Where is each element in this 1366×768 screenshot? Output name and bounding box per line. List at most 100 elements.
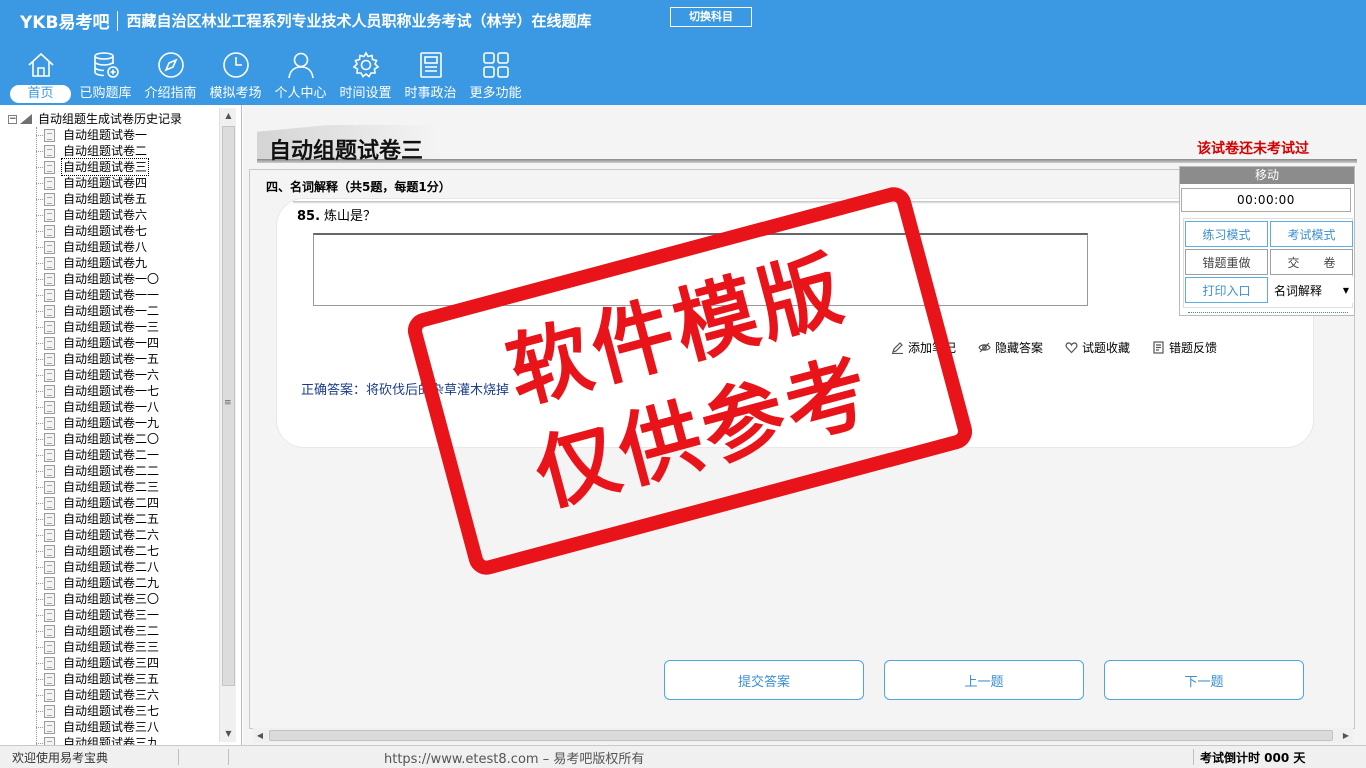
nav-profile[interactable]: 个人中心 (268, 48, 333, 104)
tree-item-label: 自动组题试卷三 (61, 158, 150, 176)
tree-item[interactable]: 自动组题试卷九 (35, 255, 159, 271)
tree-connector (36, 127, 37, 745)
hide-answer-button[interactable]: 隐藏答案 (978, 339, 1043, 356)
tree-item[interactable]: 自动组题试卷一九 (35, 415, 159, 431)
exam-mode-button[interactable]: 考试模式 (1270, 221, 1353, 247)
logo: YKB易考吧 (20, 13, 110, 33)
tree-item[interactable]: 自动组题试卷四 (35, 175, 159, 191)
tree-item[interactable]: 自动组题试卷二五 (35, 511, 159, 527)
paper-history-tree: − 自动组题生成试卷历史记录 自动组题试卷一 自动组题试卷二 自动组题试卷三 自动组题… (0, 105, 242, 745)
tree-item-label: 自动组题试卷一五 (63, 352, 160, 366)
question-actions: 添加笔记 隐藏答案 试题收藏 错题反馈 (891, 339, 1239, 356)
tree-item[interactable]: 自动组题试卷一三 (35, 319, 159, 335)
exam-title: 西藏自治区林业工程系列专业技术人员职称业务考试（林学）在线题库 (126, 12, 592, 30)
exam-countdown: 考试倒计时 000 天 (1200, 751, 1306, 765)
brand: YKB易考吧 西藏自治区林业工程系列专业技术人员职称业务考试（林学）在线题库 (20, 8, 591, 33)
tree-item[interactable]: 自动组题试卷一六 (35, 367, 159, 383)
tree-item[interactable]: 自动组题试卷七 (35, 223, 159, 239)
tree-item[interactable]: 自动组题试卷三 (35, 158, 159, 176)
document-icon (44, 512, 55, 526)
tree-item[interactable]: 自动组题试卷一 (35, 127, 159, 143)
tree-item[interactable]: 自动组题试卷五 (35, 191, 159, 207)
tree-item[interactable]: 自动组题试卷八 (35, 239, 159, 255)
scroll-left-icon[interactable]: ◀ (253, 728, 267, 743)
previous-question-button[interactable]: 上一题 (884, 660, 1084, 700)
nav-guide[interactable]: 介绍指南 (138, 48, 203, 104)
tree-item[interactable]: 自动组题试卷二八 (35, 559, 159, 575)
tree-item[interactable]: 自动组题试卷一五 (35, 351, 160, 367)
favorite-question-button[interactable]: 试题收藏 (1065, 339, 1130, 356)
tree-item-label: 自动组题试卷二七 (63, 544, 160, 558)
next-question-button[interactable]: 下一题 (1104, 660, 1304, 700)
horizontal-scrollbar[interactable]: ◀ ▶ (253, 728, 1353, 743)
nav-current-affairs[interactable]: 时事政治 (398, 48, 463, 104)
document-icon (44, 480, 55, 494)
scroll-up-icon[interactable]: ▲ (220, 108, 237, 124)
tree-item[interactable]: 自动组题试卷三七 (35, 703, 159, 719)
document-icon (44, 352, 55, 366)
tree-item[interactable]: 自动组题试卷二一 (35, 447, 159, 463)
tree-item[interactable]: 自动组题试卷三九 (35, 735, 159, 745)
section-header: 四、名词解释（共5题，每题1分） (266, 180, 451, 194)
nav-purchased[interactable]: 已购题库 (73, 48, 138, 104)
tree-item[interactable]: 自动组题试卷六 (35, 207, 159, 223)
tree-item[interactable]: 自动组题试卷二二 (35, 463, 159, 479)
app-header: YKB易考吧 西藏自治区林业工程系列专业技术人员职称业务考试（林学）在线题库 切… (0, 0, 1366, 105)
add-note-button[interactable]: 添加笔记 (891, 339, 956, 356)
document-icon (44, 464, 55, 478)
redo-wrong-button[interactable]: 错题重做 (1185, 249, 1268, 275)
tree-item[interactable]: 自动组题试卷二六 (35, 527, 159, 543)
hand-in-button[interactable]: 交 卷 (1270, 249, 1353, 275)
copyright-text: https://www.etest8.com – 易考吧版权所有 (384, 752, 645, 767)
tree-item[interactable]: 自动组题试卷三五 (35, 671, 160, 687)
tree-item-label: 自动组题试卷一四 (63, 336, 160, 350)
section-select[interactable]: 名词解释 ▼ (1270, 277, 1353, 303)
tree-item[interactable]: 自动组题试卷二 (35, 143, 159, 159)
gear-icon (352, 51, 379, 78)
tree-item[interactable]: 自动组题试卷一二 (35, 303, 159, 319)
practice-mode-button[interactable]: 练习模式 (1185, 221, 1268, 247)
tree-item[interactable]: 自动组题试卷三〇 (35, 591, 159, 607)
tree-item[interactable]: 自动组题试卷二〇 (35, 431, 159, 447)
document-icon (44, 608, 55, 622)
report-error-button[interactable]: 错题反馈 (1152, 339, 1217, 356)
scroll-down-icon[interactable]: ▼ (220, 726, 237, 742)
document-icon (44, 576, 55, 590)
document-icon (44, 688, 55, 702)
collapse-icon[interactable]: − (8, 114, 17, 124)
tree-item[interactable]: 自动组题试卷二四 (35, 495, 159, 511)
nav-home[interactable]: 首页 (8, 48, 73, 104)
nav-time-settings[interactable]: 时间设置 (333, 48, 398, 104)
tree-item[interactable]: 自动组题试卷二七 (35, 543, 160, 559)
tree-item[interactable]: 自动组题试卷三八 (35, 719, 159, 735)
tree-item[interactable]: 自动组题试卷三六 (35, 687, 159, 703)
tree-root[interactable]: − 自动组题生成试卷历史记录 (8, 111, 182, 127)
move-handle[interactable]: 移动 (1180, 167, 1354, 184)
tree-item-label: 自动组题试卷三五 (63, 672, 160, 686)
tree-item[interactable]: 自动组题试卷一一 (35, 287, 159, 303)
nav-label: 首页 (10, 85, 71, 103)
tree-item[interactable]: 自动组题试卷二三 (35, 479, 159, 495)
pencil-icon (892, 342, 903, 354)
tree-item[interactable]: 自动组题试卷二九 (35, 575, 159, 591)
tree-scrollbar[interactable]: ▲ ≡ ▼ (219, 108, 236, 742)
switch-subject-button[interactable]: 切换科目 (670, 7, 752, 27)
tree-item[interactable]: 自动组题试卷一七 (35, 383, 159, 399)
document-icon (44, 128, 55, 142)
tree-list: 自动组题试卷一 自动组题试卷二 自动组题试卷三 自动组题试卷四 自动组题试卷五 自动组题试… (35, 127, 160, 745)
tree-item[interactable]: 自动组题试卷一〇 (35, 271, 159, 287)
tree-item[interactable]: 自动组题试卷一八 (35, 399, 159, 415)
submit-answer-button[interactable]: 提交答案 (664, 660, 864, 700)
nav-more[interactable]: 更多功能 (463, 48, 528, 104)
document-icon (44, 320, 55, 334)
tree-item[interactable]: 自动组题试卷三三 (35, 639, 159, 655)
tree-item[interactable]: 自动组题试卷三四 (35, 655, 159, 671)
tree-item[interactable]: 自动组题试卷三一 (35, 607, 159, 623)
scroll-right-icon[interactable]: ▶ (1339, 728, 1353, 743)
print-entry-button[interactable]: 打印入口 (1185, 277, 1268, 303)
tree-item[interactable]: 自动组题试卷一四 (35, 335, 160, 351)
tree-item[interactable]: 自动组题试卷三二 (35, 623, 159, 639)
answer-input[interactable] (313, 233, 1088, 306)
h-scroll-thumb[interactable] (269, 730, 1333, 741)
nav-mock-exam[interactable]: 模拟考场 (203, 48, 268, 104)
